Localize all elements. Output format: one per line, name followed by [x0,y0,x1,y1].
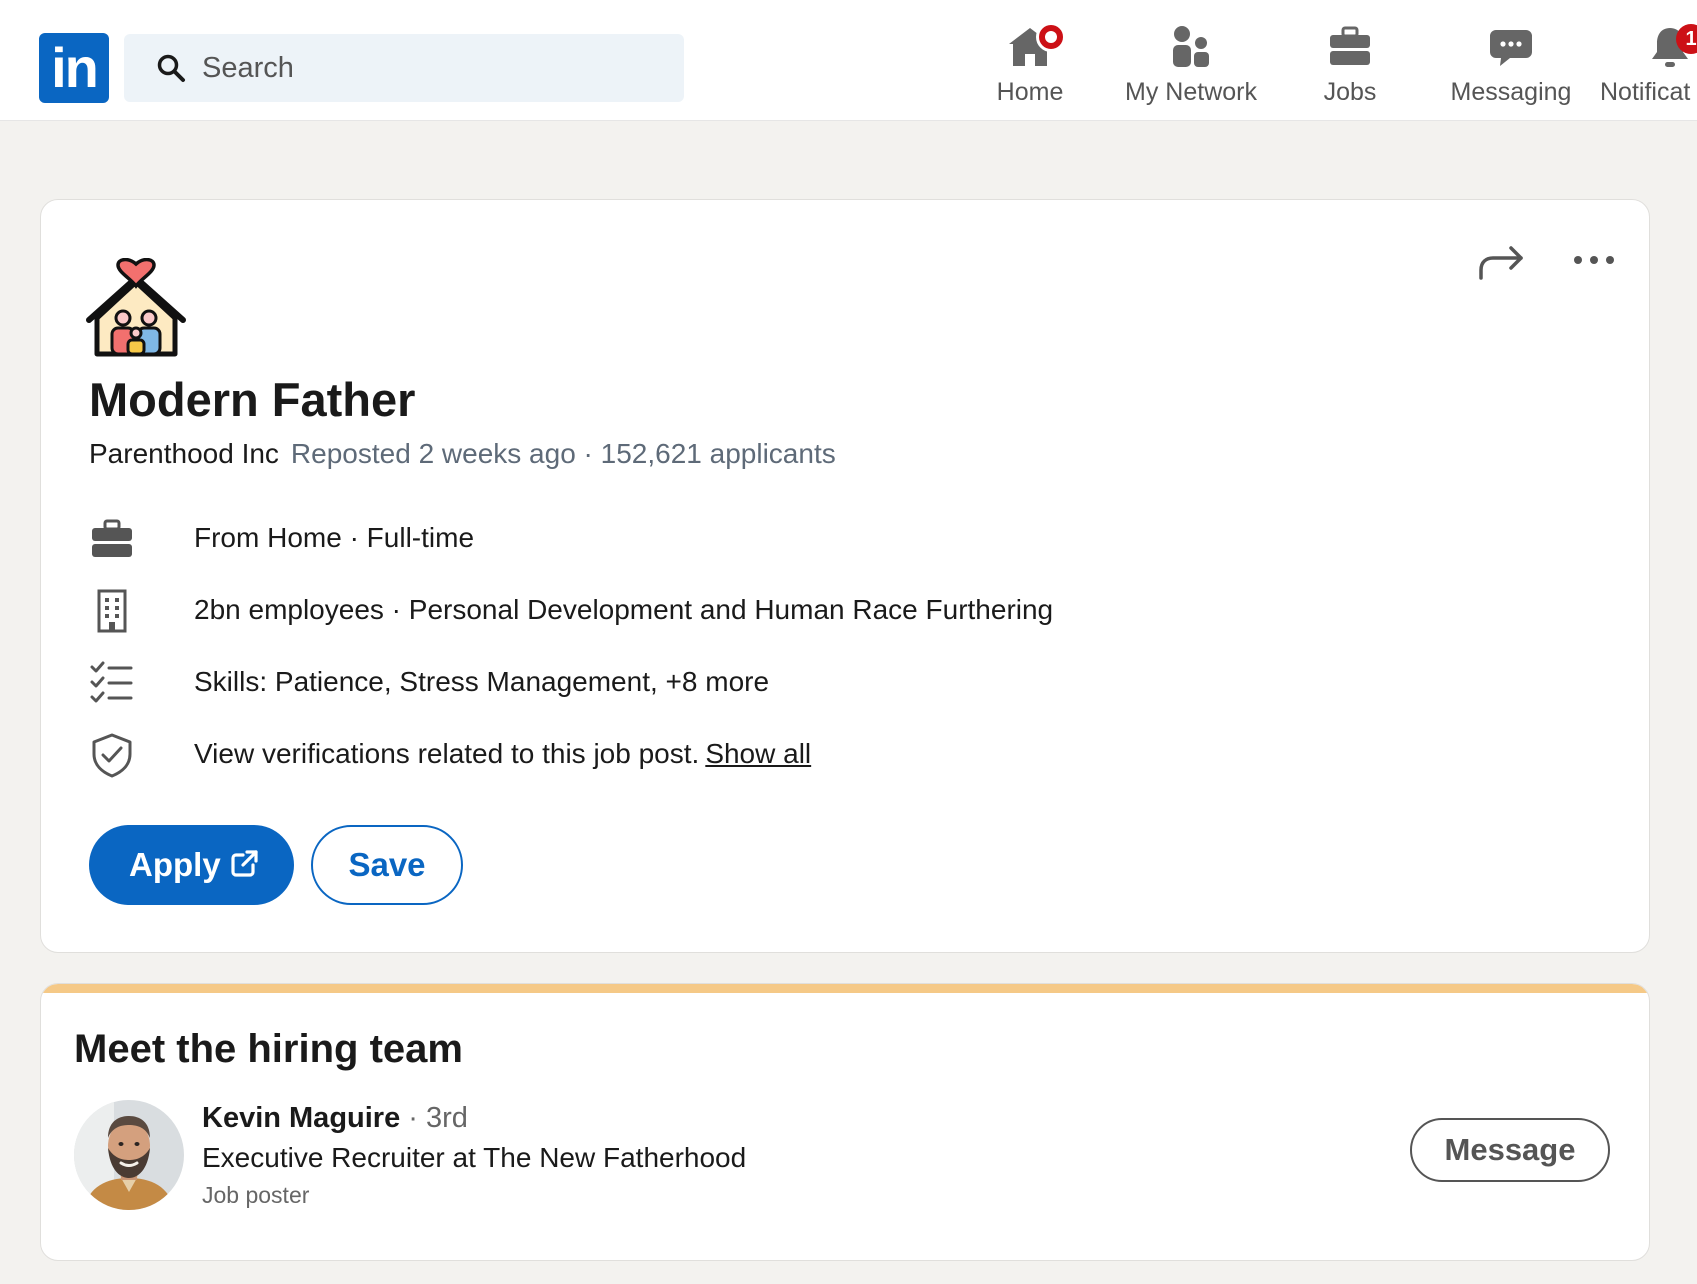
nav-item-messaging[interactable]: Messaging [1446,24,1576,114]
job-meta: Reposted 2 weeks ago · 152,621 applicant… [290,438,836,469]
chat-icon [1490,30,1532,66]
message-button[interactable]: Message [1410,1118,1610,1182]
search-input[interactable] [202,48,662,88]
external-link-icon [231,850,258,877]
company-size-text: 2bn employees · Personal Development and… [194,594,1054,625]
apply-button-label: Apply [129,846,221,883]
job-title: Modern Father [89,373,416,426]
briefcase-icon [92,519,132,557]
building-icon [97,589,127,633]
company-logo-house-family[interactable] [83,258,189,358]
nav-label-jobs: Jobs [1323,78,1377,106]
recruiter-role: Executive Recruiter at The New Fatherhoo… [202,1142,747,1173]
nav-label-messaging: Messaging [1450,78,1572,106]
more-options-icon[interactable] [1571,250,1617,270]
checklist-icon [90,661,133,703]
home-notification-badge [1036,22,1066,52]
connection-degree: · 3rd [400,1102,468,1134]
network-icon [1173,26,1209,67]
verifications-label: View verifications related to this job p… [194,738,700,769]
nav-item-notifications[interactable]: 1 Notificat [1598,24,1697,114]
job-subtitle: Parenthood Inc Reposted 2 weeks ago · 152… [89,438,836,470]
verifications-text: View verifications related to this job p… [194,738,811,770]
briefcase-icon [1330,26,1370,65]
show-all-link[interactable]: Show all [705,738,811,769]
hiring-team-card: Meet the hiring team Kevin Maguire · 3rd… [40,983,1650,1261]
recruiter-tag: Job poster [202,1182,310,1208]
nav-item-home[interactable]: Home [980,22,1080,114]
company-name[interactable]: Parenthood Inc [89,438,279,469]
skills-row[interactable]: Skills: Patience, Stress Management, +8 … [89,660,1289,706]
card-accent-stripe [41,984,1649,993]
linkedin-logo[interactable]: in [39,33,109,103]
nav-item-jobs[interactable]: Jobs [1300,24,1400,114]
avatar[interactable] [74,1100,184,1210]
save-button[interactable]: Save [311,825,463,905]
nav-label-notifications: Notificat [1600,78,1691,106]
hiring-team-title: Meet the hiring team [74,1027,463,1071]
job-workplace-text: From Home · Full-time [194,522,475,553]
shield-check-icon [92,733,132,778]
apply-button[interactable]: Apply [89,825,294,905]
person-name-line: Kevin Maguire · 3rd [202,1102,468,1135]
recruiter-name[interactable]: Kevin Maguire [202,1102,400,1134]
job-workplace-row: From Home · Full-time [89,516,1289,562]
search-box[interactable] [124,34,684,102]
nav-item-my-network[interactable]: My Network [1116,24,1266,114]
search-icon [157,54,185,82]
company-size-row: 2bn employees · Personal Development and… [89,588,1289,634]
nav-label-my-network: My Network [1125,78,1257,106]
skills-text: Skills: Patience, Stress Management, +8 … [194,666,770,697]
verifications-row: View verifications related to this job p… [89,732,1289,778]
share-icon[interactable] [1477,242,1525,282]
nav-label-home: Home [996,78,1064,106]
top-navigation-bar: in Home My Network Jobs [0,0,1697,121]
job-details-card: Modern Father Parenthood Inc Reposted 2 w… [40,199,1650,953]
